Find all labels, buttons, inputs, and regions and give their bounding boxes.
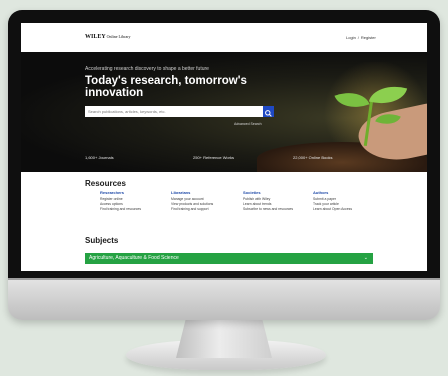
- logo-main: WILEY: [85, 34, 106, 40]
- search-button[interactable]: [263, 106, 274, 117]
- hero-title: Today's research, tomorrow's innovation: [85, 75, 247, 99]
- monitor-chin: [8, 278, 440, 320]
- resources-heading[interactable]: Researchers: [100, 190, 166, 195]
- subjects-title: Subjects: [85, 236, 119, 245]
- monitor-chin-divider: [8, 278, 440, 280]
- resources-column-societies: Societies Publish with Wiley Learn about…: [243, 190, 309, 212]
- auth-separator: /: [357, 35, 359, 40]
- resources-link[interactable]: Find training and resources: [100, 207, 166, 212]
- auth-links: Login / Register: [346, 35, 378, 40]
- stat-online-books[interactable]: 22,000+ Online Books: [293, 155, 332, 160]
- resources-heading[interactable]: Societies: [243, 190, 309, 195]
- resources-title: Resources: [85, 179, 126, 188]
- resources-heading[interactable]: Librarians: [171, 190, 237, 195]
- stat-journals[interactable]: 1,600+ Journals: [85, 155, 114, 160]
- subject-accordion-item[interactable]: Agriculture, Aquaculture & Food Science …: [85, 253, 373, 264]
- hero-stats: 1,600+ Journals 250+ Reference Works 22,…: [21, 150, 427, 164]
- resources-link[interactable]: Learn about Open Access: [313, 207, 379, 212]
- resources-column-librarians: Librarians Manage your account View prod…: [171, 190, 237, 212]
- resources-link[interactable]: Subscribe to news and resources: [243, 207, 309, 212]
- hero-banner: Accelerating research discovery to shape…: [21, 52, 427, 172]
- logo-sub: Online Library: [106, 34, 131, 39]
- chevron-down-icon: ⌄: [363, 255, 368, 261]
- subject-label: Agriculture, Aquaculture & Food Science: [89, 255, 179, 261]
- register-link[interactable]: Register: [361, 35, 376, 40]
- resources-column-authors: Authors Submit a paper Track your articl…: [313, 190, 379, 212]
- login-link[interactable]: Login: [346, 35, 356, 40]
- resources-heading[interactable]: Authors: [313, 190, 379, 195]
- hero-tagline: Accelerating research discovery to shape…: [85, 66, 209, 72]
- advanced-search-link[interactable]: Advanced Search: [234, 122, 262, 126]
- resources-link[interactable]: Find training and support: [171, 207, 237, 212]
- search-icon: [265, 110, 272, 117]
- wiley-logo[interactable]: WILEYOnline Library: [85, 34, 131, 40]
- site-header: WILEYOnline Library Login / Register: [21, 23, 427, 52]
- resources-column-researchers: Researchers Register online Access optio…: [100, 190, 166, 212]
- search-input[interactable]: [85, 106, 263, 117]
- screen: WILEYOnline Library Login / Register Accel…: [21, 23, 427, 271]
- monitor: WILEYOnline Library Login / Register Accel…: [8, 10, 440, 320]
- stat-reference-works[interactable]: 250+ Reference Works: [193, 155, 234, 160]
